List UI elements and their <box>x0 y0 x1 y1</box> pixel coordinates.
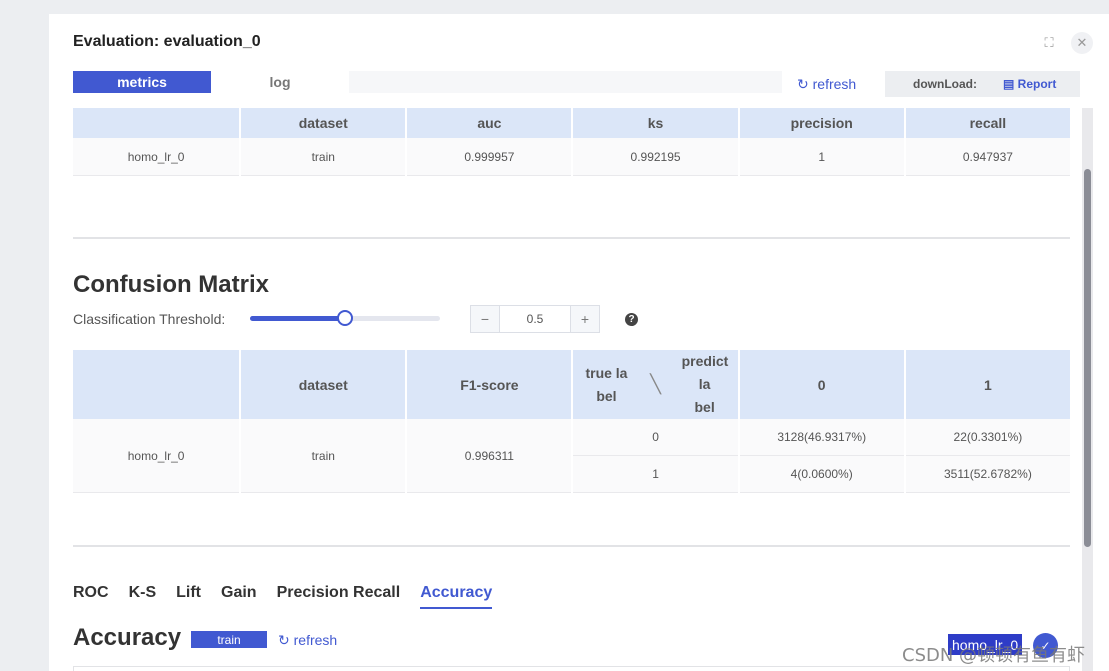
tab-roc[interactable]: ROC <box>73 584 109 609</box>
table-cell: 1 <box>739 138 904 176</box>
scrollbar-thumb[interactable] <box>1084 169 1091 547</box>
tab-gain[interactable]: Gain <box>221 584 257 609</box>
evaluation-modal: Evaluation: evaluation_0 ⛶ ✕ metrics log… <box>49 14 1109 671</box>
table-header-row: dataset F1-score true la bel ╲ predict l… <box>73 350 1070 419</box>
tab-lift[interactable]: Lift <box>176 584 201 609</box>
table-cell: 0.996311 <box>407 419 572 493</box>
table-cell: 22(0.3301%) <box>905 419 1070 456</box>
table-cell: 3128(46.9317%) <box>739 419 904 456</box>
tab-accuracy[interactable]: Accuracy <box>420 584 493 609</box>
document-icon: ▤ <box>1002 77 1015 91</box>
tab-bar: metrics log <box>73 71 782 93</box>
table-cell: 0 <box>573 419 738 456</box>
refresh-button[interactable]: ↻ refresh <box>797 76 856 93</box>
modal-title: Evaluation: evaluation_0 <box>73 33 261 50</box>
true-label-header: true la bel <box>583 362 629 408</box>
tab-metrics[interactable]: metrics <box>73 71 211 93</box>
threshold-slider-fill <box>250 316 345 321</box>
refresh-label: refresh <box>812 76 857 92</box>
table-header: 1 <box>905 350 1070 419</box>
refresh-icon: ↻ <box>278 632 290 648</box>
watermark: CSDN @顿顿有鱼有虾 <box>902 645 1086 666</box>
tab-precision-recall[interactable]: Precision Recall <box>277 584 401 609</box>
section-divider <box>73 237 1070 239</box>
accuracy-refresh-button[interactable]: ↻ refresh <box>278 632 337 649</box>
table-header-row: dataset auc ks precision recall <box>73 108 1070 138</box>
table-row: homo_lr_0 train 0.999957 0.992195 1 0.94… <box>73 138 1070 176</box>
label-header: true la bel ╲ predict la bel <box>573 350 738 419</box>
predict-label-line2: bel <box>694 399 715 415</box>
refresh-icon: ↻ <box>797 76 809 92</box>
help-icon[interactable]: ? <box>625 313 638 326</box>
table-header: auc <box>407 108 572 138</box>
confusion-matrix-title: Confusion Matrix <box>73 271 269 298</box>
tab-log[interactable]: log <box>211 71 349 93</box>
true-label-line2: bel <box>596 387 617 404</box>
refresh-label: refresh <box>293 632 338 648</box>
table-cell: homo_lr_0 <box>73 419 240 493</box>
close-icon[interactable]: ✕ <box>1071 32 1093 54</box>
table-cell: 4(0.0600%) <box>739 456 904 493</box>
threshold-stepper: − 0.5 + <box>470 305 600 333</box>
threshold-slider-handle[interactable] <box>337 310 353 326</box>
threshold-input[interactable]: 0.5 <box>499 306 571 332</box>
section-divider <box>73 545 1070 547</box>
tab-ks[interactable]: K-S <box>129 584 157 609</box>
confusion-matrix-table: dataset F1-score true la bel ╲ predict l… <box>71 350 1072 493</box>
table-row: homo_lr_0 train 0.996311 0 3128(46.9317%… <box>73 419 1070 493</box>
download-label: downLoad: <box>913 77 977 91</box>
metrics-table: dataset auc ks precision recall homo_lr_… <box>71 108 1072 176</box>
predict-label-header: predict la bel <box>681 350 729 419</box>
decrement-button[interactable]: − <box>471 306 499 332</box>
table-header: dataset <box>241 108 406 138</box>
dataset-badge[interactable]: train <box>191 631 267 648</box>
threshold-label: Classification Threshold: <box>73 311 226 327</box>
table-header <box>73 350 240 419</box>
accuracy-title: Accuracy <box>73 624 182 651</box>
table-cell: train <box>241 419 406 493</box>
table-cell: 0.999957 <box>407 138 572 176</box>
table-cell: 0.992195 <box>573 138 738 176</box>
table-cell: train <box>241 138 406 176</box>
table-cell: 3511(52.6782%) <box>905 456 1070 493</box>
increment-button[interactable]: + <box>571 306 599 332</box>
table-header: precision <box>739 108 904 138</box>
table-header <box>73 108 240 138</box>
true-label-line1: true la <box>585 364 628 381</box>
table-cell: homo_lr_0 <box>73 138 240 176</box>
chart-tab-bar: ROC K-S Lift Gain Precision Recall Accur… <box>73 584 493 609</box>
table-cell: 0.947937 <box>905 138 1070 176</box>
diagonal-divider: ╲ <box>650 374 661 394</box>
predict-label-line1: predict la <box>681 353 729 392</box>
fullscreen-icon[interactable]: ⛶ <box>1038 32 1060 54</box>
download-bar: downLoad: ▤ Report <box>885 71 1080 97</box>
report-button[interactable]: ▤ Report <box>1003 77 1056 91</box>
table-header: F1-score <box>407 350 572 419</box>
table-header: recall <box>905 108 1070 138</box>
table-header: dataset <box>241 350 406 419</box>
table-header: ks <box>573 108 738 138</box>
table-cell: 1 <box>573 456 738 493</box>
table-header: 0 <box>739 350 904 419</box>
report-label: Report <box>1017 77 1057 91</box>
